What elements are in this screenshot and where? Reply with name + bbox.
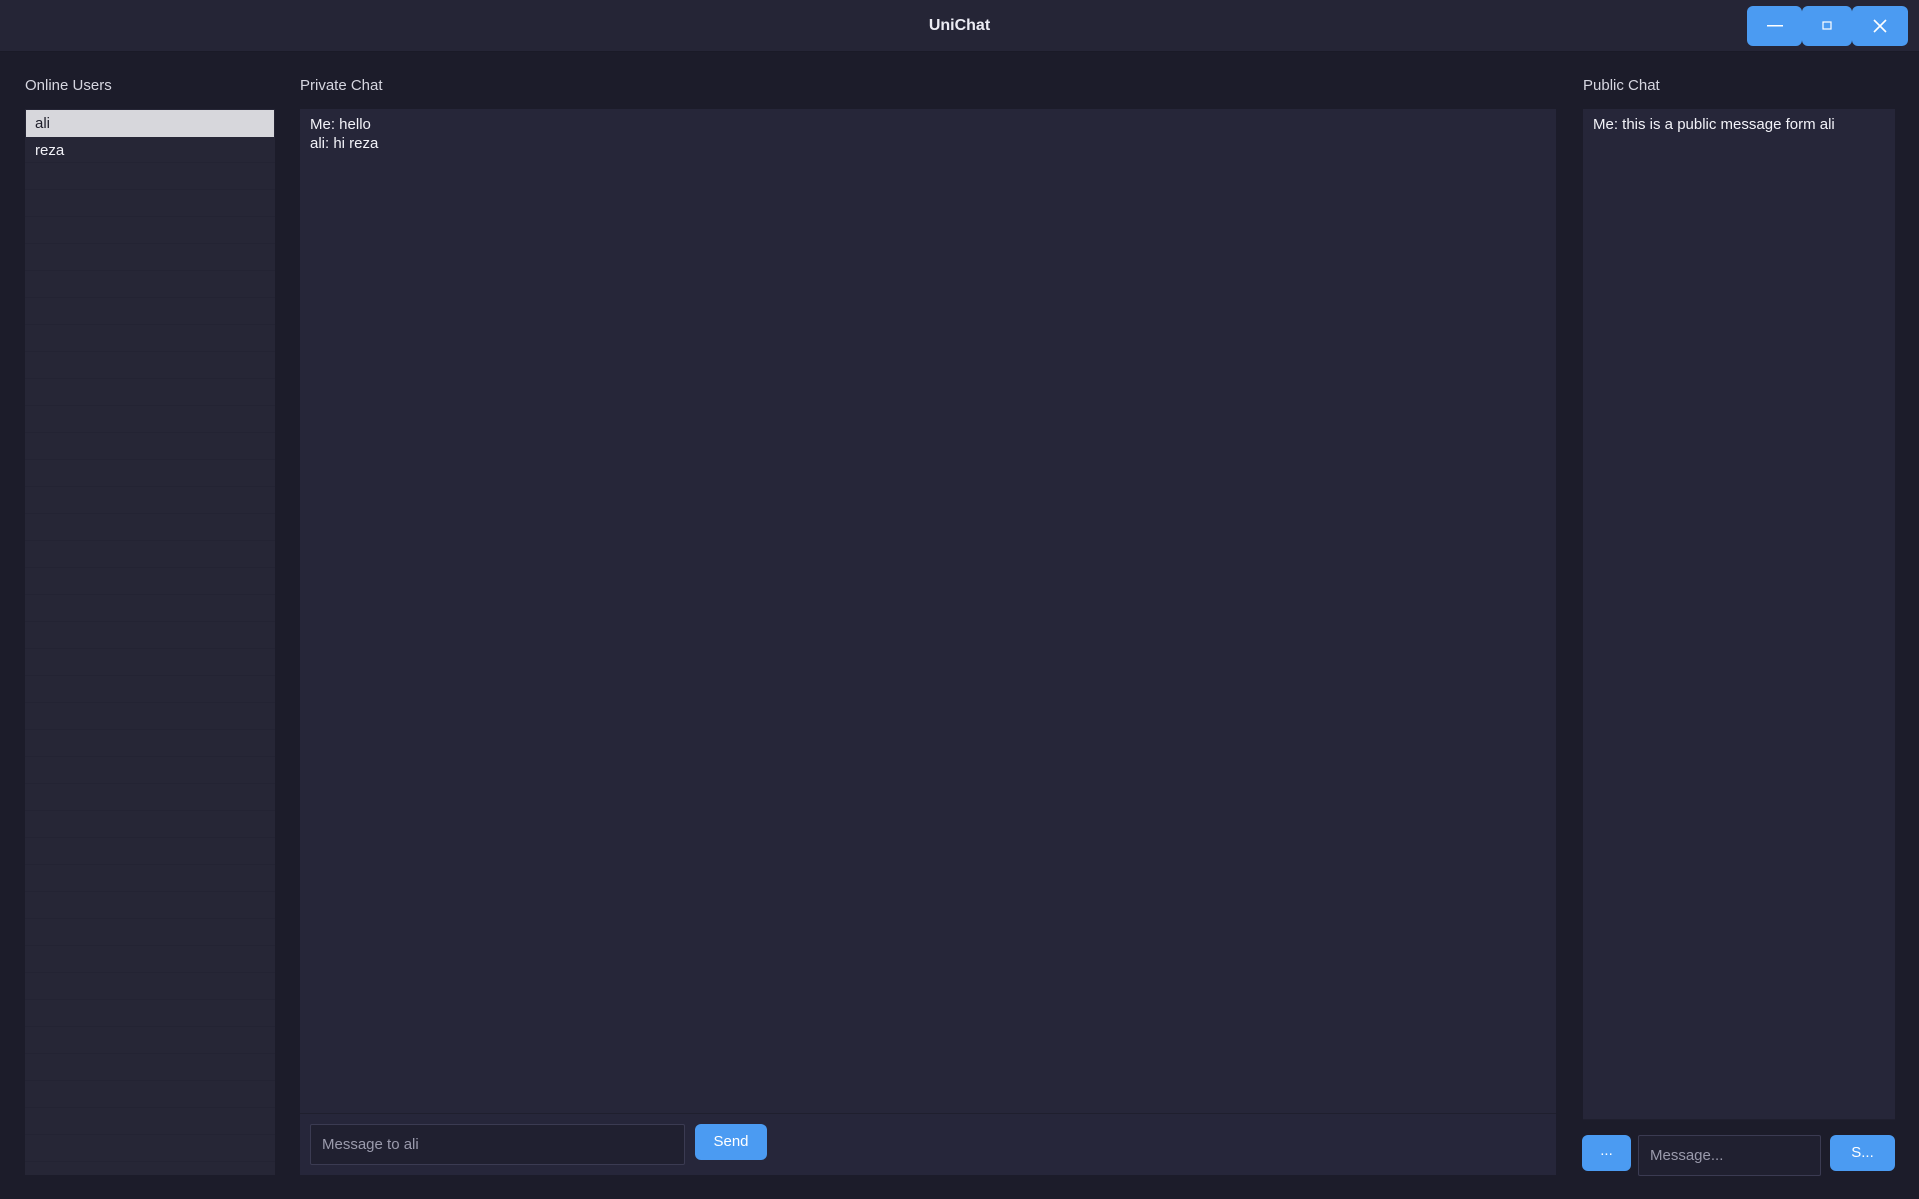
title-bar: UniChat bbox=[0, 0, 1919, 52]
private-send-button[interactable]: Send bbox=[695, 1124, 767, 1160]
minimize-button[interactable] bbox=[1747, 6, 1802, 46]
minimize-icon bbox=[1766, 25, 1783, 27]
public-message: Me: this is a public message form ali bbox=[1593, 116, 1835, 133]
maximize-button[interactable] bbox=[1802, 6, 1852, 46]
user-item-ali[interactable]: ali bbox=[26, 110, 274, 137]
public-chat-log[interactable]: Me: this is a public message form ali bbox=[1583, 109, 1895, 1120]
close-button[interactable] bbox=[1852, 6, 1908, 46]
private-chat-panel: Me: hello ali: hi reza Message to ali Se… bbox=[300, 109, 1556, 1175]
public-message-input[interactable]: Message... bbox=[1638, 1135, 1821, 1176]
online-users-list[interactable]: ali reza bbox=[25, 109, 275, 1175]
public-send-button[interactable]: S... bbox=[1830, 1135, 1895, 1171]
close-icon bbox=[1873, 19, 1887, 33]
user-item-reza[interactable]: reza bbox=[26, 137, 274, 164]
private-message-input[interactable]: Message to ali bbox=[310, 1124, 685, 1165]
private-chat-label: Private Chat bbox=[300, 77, 383, 94]
online-users-label: Online Users bbox=[25, 77, 112, 94]
private-message: Me: hello bbox=[310, 116, 371, 133]
maximize-icon bbox=[1822, 21, 1832, 30]
app-title: UniChat bbox=[928, 17, 991, 34]
private-chat-log[interactable]: Me: hello ali: hi reza bbox=[300, 109, 1556, 1114]
public-options-button[interactable]: ... bbox=[1582, 1135, 1631, 1171]
public-chat-label: Public Chat bbox=[1583, 77, 1660, 94]
private-message: ali: hi reza bbox=[310, 135, 379, 152]
